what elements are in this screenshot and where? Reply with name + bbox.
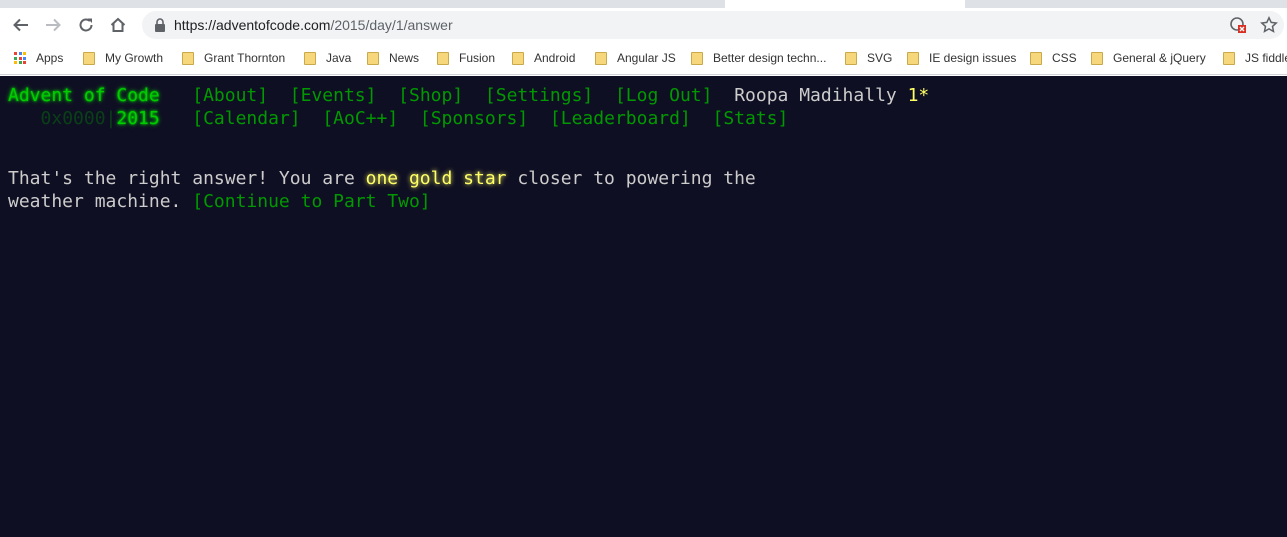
answer-text-start: That's the right answer! You are — [8, 168, 366, 189]
nav-events[interactable]: [Events] — [290, 85, 377, 106]
answer-text-end: closer to powering the — [506, 168, 756, 189]
nav-sponsors[interactable]: [Sponsors] — [420, 108, 528, 129]
nav-aocpp[interactable]: [AoC++] — [322, 108, 398, 129]
bookmark-label: Angular JS — [617, 51, 676, 65]
bookmark-label: My Growth — [105, 51, 164, 65]
url-host: https://adventofcode.com — [174, 17, 331, 33]
apps-grid-icon — [14, 52, 26, 64]
site-title[interactable]: Advent of Code — [8, 85, 160, 106]
subheader-row: 0x0000|2015 [Calendar] [AoC++] [Sponsors… — [8, 107, 789, 130]
address-bar[interactable]: https://adventofcode.com/2015/day/1/answ… — [142, 11, 1284, 39]
star-count: 1* — [907, 85, 930, 106]
user-name: Roopa Madihally — [734, 85, 897, 106]
bookmark-label: Java — [326, 51, 352, 65]
translate-blocked-icon[interactable] — [1229, 16, 1247, 34]
bookmark-css[interactable]: CSS — [1030, 49, 1077, 67]
answer-text-line2: weather machine. — [8, 191, 193, 212]
bookmark-general-jquery[interactable]: General & jQuery — [1091, 49, 1206, 67]
url-path: /2015/day/1/answer — [330, 17, 453, 33]
bookmark-label: General & jQuery — [1113, 51, 1206, 65]
bookmark-label: SVG — [867, 51, 893, 65]
reload-icon — [79, 18, 93, 32]
bookmark-java[interactable]: Java — [304, 49, 351, 67]
home-icon — [110, 17, 126, 32]
bookmark-label: Fusion — [459, 51, 496, 65]
bookmark-apps[interactable]: Apps — [14, 49, 63, 67]
browser-toolbar: https://adventofcode.com/2015/day/1/answ… — [0, 8, 1287, 42]
bookmark-better-design[interactable]: Better design techn... — [691, 49, 826, 67]
bookmark-grant-thornton[interactable]: Grant Thornton — [182, 49, 285, 67]
bookmark-android[interactable]: Android — [512, 49, 575, 67]
page-content: Advent of Code [About] [Events] [Shop] [… — [0, 76, 1287, 537]
answer-message-line1: That's the right answer! You are one gol… — [8, 167, 756, 190]
folder-icon — [512, 51, 524, 65]
folder-icon — [691, 51, 703, 65]
folder-icon — [1030, 51, 1042, 65]
folder-icon — [595, 51, 607, 65]
bookmark-label: Android — [534, 51, 576, 65]
header-row: Advent of Code [About] [Events] [Shop] [… — [8, 84, 929, 107]
arrow-left-icon — [13, 18, 28, 32]
lock-icon — [155, 18, 165, 32]
bookmark-my-growth[interactable]: My Growth — [83, 49, 163, 67]
reload-button[interactable] — [73, 12, 99, 38]
nav-about[interactable]: [About] — [192, 85, 268, 106]
folder-icon — [304, 51, 316, 65]
bookmark-svg[interactable]: SVG — [845, 49, 892, 67]
arrow-right-icon — [46, 18, 61, 32]
browser-chrome: https://adventofcode.com/2015/day/1/answ… — [0, 0, 1287, 76]
gold-star-highlight: one gold star — [365, 168, 507, 189]
folder-icon — [437, 51, 449, 65]
nav-log-out[interactable]: [Log Out] — [615, 85, 713, 106]
bookmark-label: News — [389, 51, 420, 65]
url-text[interactable]: https://adventofcode.com/2015/day/1/answ… — [174, 17, 453, 33]
home-button[interactable] — [105, 12, 131, 38]
bookmark-label: Better design techn... — [713, 51, 827, 65]
bookmark-news[interactable]: News — [367, 49, 419, 67]
bookmarks-bar: Apps My Growth Grant Thornton Java News … — [0, 42, 1287, 75]
active-tab[interactable] — [725, 0, 965, 8]
bookmark-label: Apps — [36, 51, 64, 65]
folder-icon — [845, 51, 857, 65]
bookmark-label: CSS — [1052, 51, 1077, 65]
back-button[interactable] — [8, 12, 34, 38]
continue-part-two-link[interactable]: [Continue to Part Two] — [192, 191, 430, 212]
nav-stats[interactable]: [Stats] — [713, 108, 789, 129]
bookmark-label: JS fiddle — [1245, 51, 1287, 65]
nav-shop[interactable]: [Shop] — [398, 85, 463, 106]
folder-icon — [182, 51, 194, 65]
bookmark-angular-js[interactable]: Angular JS — [595, 49, 676, 67]
folder-icon — [1223, 51, 1235, 65]
event-year[interactable]: 2015 — [116, 108, 159, 129]
folder-icon — [83, 51, 95, 65]
forward-button[interactable] — [40, 12, 66, 38]
nav-leaderboard[interactable]: [Leaderboard] — [550, 108, 691, 129]
nav-settings[interactable]: [Settings] — [485, 85, 593, 106]
bookmark-label: Grant Thornton — [204, 51, 286, 65]
year-prefix: 0x0000| — [40, 108, 117, 129]
tab-strip — [0, 0, 1287, 8]
folder-icon — [367, 51, 379, 65]
nav-calendar[interactable]: [Calendar] — [192, 108, 300, 129]
bookmark-ie-design-issues[interactable]: IE design issues — [907, 49, 1016, 67]
folder-icon — [1091, 51, 1103, 65]
answer-message-line2: weather machine. [Continue to Part Two] — [8, 190, 431, 213]
bookmark-label: IE design issues — [929, 51, 1017, 65]
bookmark-star-icon[interactable] — [1260, 16, 1278, 34]
bookmark-fusion[interactable]: Fusion — [437, 49, 495, 67]
bookmark-js-fiddle[interactable]: JS fiddle — [1223, 49, 1287, 67]
folder-icon — [907, 51, 919, 65]
